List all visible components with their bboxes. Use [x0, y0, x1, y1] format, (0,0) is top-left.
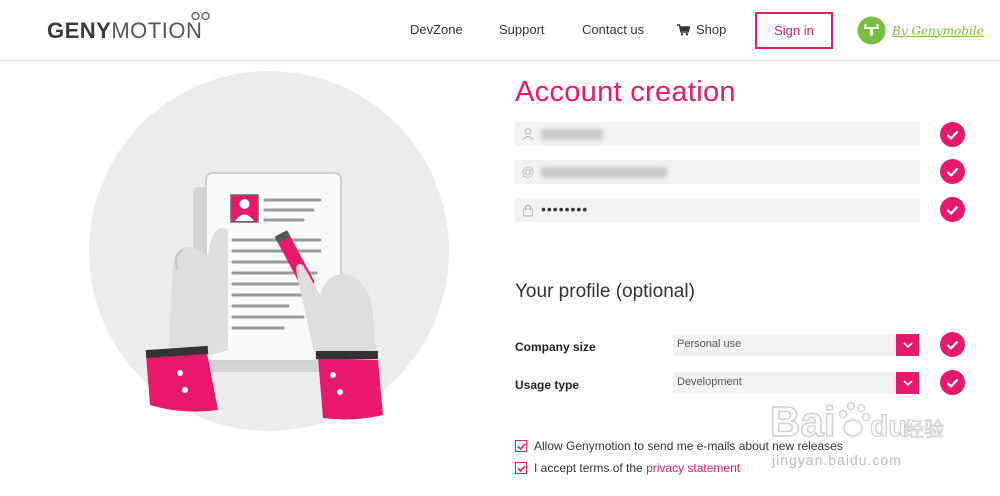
at-icon: @ — [521, 164, 535, 179]
password-field[interactable]: •••••••• — [515, 198, 920, 222]
by-genymobile-link[interactable]: By Genymobile — [857, 16, 984, 45]
username-value-blurred — [541, 129, 603, 140]
usage-type-value: Development — [677, 376, 742, 388]
privacy-statement-link[interactable]: privacy statement — [646, 461, 740, 475]
top-navbar: GENYMOTION DevZone Support Contact us Sh… — [0, 0, 1000, 61]
sign-in-button[interactable]: Sign in — [755, 12, 833, 49]
company-size-select[interactable]: Personal use — [673, 334, 919, 356]
genymobile-logo-icon — [857, 16, 886, 45]
account-illustration — [89, 71, 449, 431]
user-icon — [522, 128, 534, 141]
username-field[interactable] — [515, 122, 920, 146]
svg-text:经验: 经验 — [904, 417, 944, 441]
accept-terms-checkbox[interactable] — [515, 462, 527, 474]
nav-shop[interactable]: Shop — [677, 22, 726, 37]
account-creation-title: Account creation — [515, 76, 736, 108]
lock-icon — [523, 204, 533, 217]
chevron-down-icon[interactable] — [896, 334, 919, 356]
genymotion-logo[interactable]: GENYMOTION — [47, 18, 202, 44]
email-valid-check-icon — [940, 159, 965, 184]
nav-contact-us[interactable]: Contact us — [582, 22, 644, 37]
accept-terms-row: I accept terms of the privacy statement — [515, 461, 740, 475]
username-valid-check-icon — [940, 122, 965, 147]
nav-shop-label: Shop — [696, 22, 727, 37]
allow-emails-checkbox[interactable] — [515, 440, 527, 452]
usage-type-label: Usage type — [515, 378, 580, 392]
logo-circles-icon — [191, 11, 210, 21]
company-size-value: Personal use — [677, 338, 742, 350]
your-profile-title: Your profile (optional) — [515, 281, 695, 302]
cart-icon — [677, 23, 690, 35]
nav-support[interactable]: Support — [499, 22, 545, 37]
email-field[interactable]: @ — [515, 160, 920, 184]
company-size-check-icon — [940, 332, 965, 357]
company-size-label: Company size — [515, 340, 596, 354]
accept-terms-label: I accept terms of the — [534, 461, 643, 475]
by-genymobile-label: By Genymobile — [892, 23, 984, 38]
nav-devzone[interactable]: DevZone — [410, 22, 463, 37]
svg-text:Bai: Bai — [770, 398, 835, 445]
svg-text:du: du — [870, 410, 907, 443]
password-valid-check-icon — [940, 197, 965, 222]
baidu-watermark-url: jingyan.baidu.com — [772, 452, 902, 468]
email-value-blurred — [541, 167, 667, 178]
password-value: •••••••• — [541, 201, 589, 217]
baidu-watermark: Bai du 经验 — [770, 397, 945, 446]
